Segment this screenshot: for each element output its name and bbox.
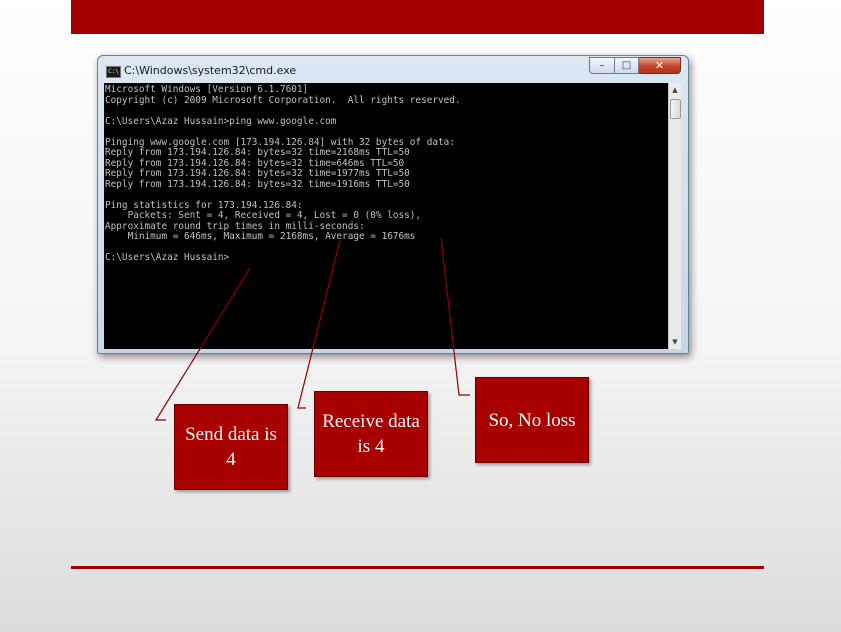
send-callout-line (154, 267, 251, 421)
slide-footer-line (71, 566, 764, 569)
loss-callout-line (440, 237, 470, 396)
no-loss-callout: So, No loss (475, 377, 589, 463)
receive-data-callout: Receive data is 4 (314, 391, 428, 477)
receive-callout-line (297, 239, 341, 409)
send-data-callout: Send data is 4 (174, 404, 288, 490)
callout-connectors (154, 237, 470, 421)
